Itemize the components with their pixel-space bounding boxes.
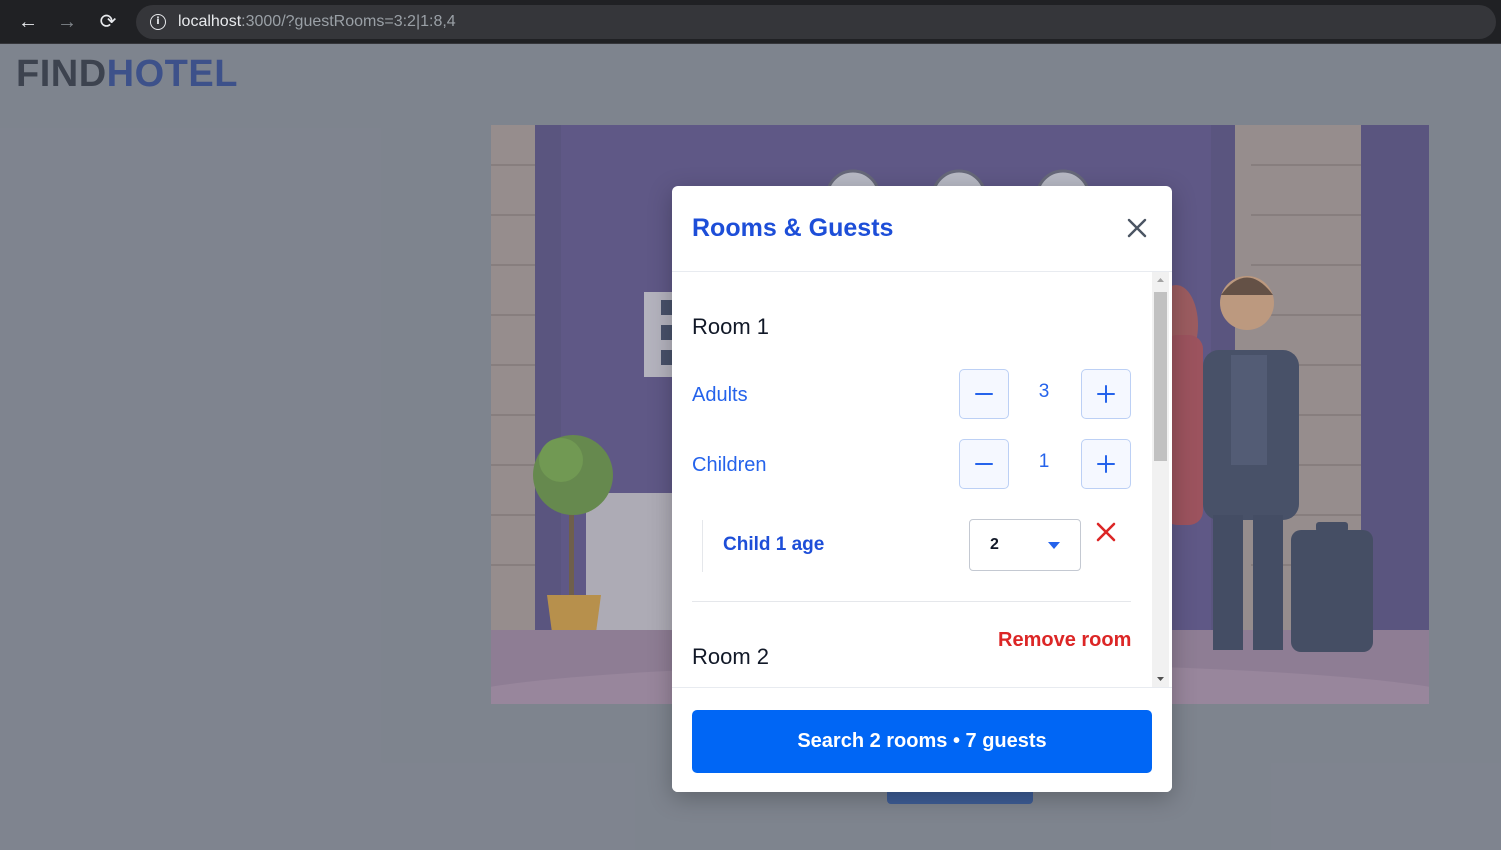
children-decrement-button[interactable] (959, 439, 1009, 489)
modal-footer: Search 2 rooms • 7 guests (672, 687, 1172, 792)
remove-room-button[interactable]: Remove room (998, 629, 1131, 652)
forward-icon[interactable]: → (53, 8, 81, 36)
caret-down-icon (1048, 542, 1060, 549)
scroll-up-icon[interactable] (1152, 272, 1169, 289)
back-icon[interactable]: ← (14, 8, 42, 36)
modal-title: Rooms & Guests (692, 214, 894, 242)
children-increment-button[interactable] (1081, 439, 1131, 489)
minus-icon (975, 463, 993, 465)
modal-scrollbar[interactable] (1152, 272, 1169, 687)
plus-icon (1097, 455, 1115, 473)
url-host: localhost (178, 13, 242, 30)
browser-toolbar: ← → ⟳ i localhost:3000/?guestRooms=3:2|1… (0, 0, 1501, 44)
child-row-divider (702, 520, 703, 572)
children-value: 1 (1038, 451, 1050, 472)
url-path: :3000/?guestRooms=3:2|1:8,4 (241, 13, 456, 30)
plus-icon (1097, 385, 1115, 403)
child-1-age-value: 2 (990, 536, 999, 553)
url-text[interactable]: localhost:3000/?guestRooms=3:2|1:8,4 (178, 13, 456, 31)
minus-icon (975, 393, 993, 395)
adults-decrement-button[interactable] (959, 369, 1009, 419)
room-1-title: Room 1 (692, 314, 770, 339)
scroll-down-icon[interactable] (1152, 670, 1169, 687)
address-bar[interactable]: i localhost:3000/?guestRooms=3:2|1:8,4 (136, 5, 1496, 39)
reload-icon[interactable]: ⟳ (94, 8, 122, 36)
close-icon[interactable] (1122, 213, 1152, 243)
child-1-age-label: Child 1 age (723, 534, 825, 555)
children-label: Children (692, 454, 767, 476)
adults-increment-button[interactable] (1081, 369, 1131, 419)
rooms-guests-modal: Rooms & Guests Room 1 Adults 3 Children … (672, 186, 1172, 792)
child-1-age-select[interactable]: 2 (969, 519, 1081, 571)
adults-label: Adults (692, 384, 748, 406)
room-divider (692, 601, 1131, 602)
modal-body: Room 1 Adults 3 Children 1 Child 1 age 2… (672, 272, 1172, 687)
info-icon[interactable]: i (150, 14, 166, 30)
scrollbar-thumb[interactable] (1154, 292, 1167, 461)
modal-header: Rooms & Guests (672, 186, 1172, 272)
search-rooms-button[interactable]: Search 2 rooms • 7 guests (692, 710, 1152, 773)
adults-value: 3 (1038, 381, 1050, 402)
room-2-title: Room 2 (692, 644, 770, 669)
remove-child-icon[interactable] (1092, 517, 1120, 547)
